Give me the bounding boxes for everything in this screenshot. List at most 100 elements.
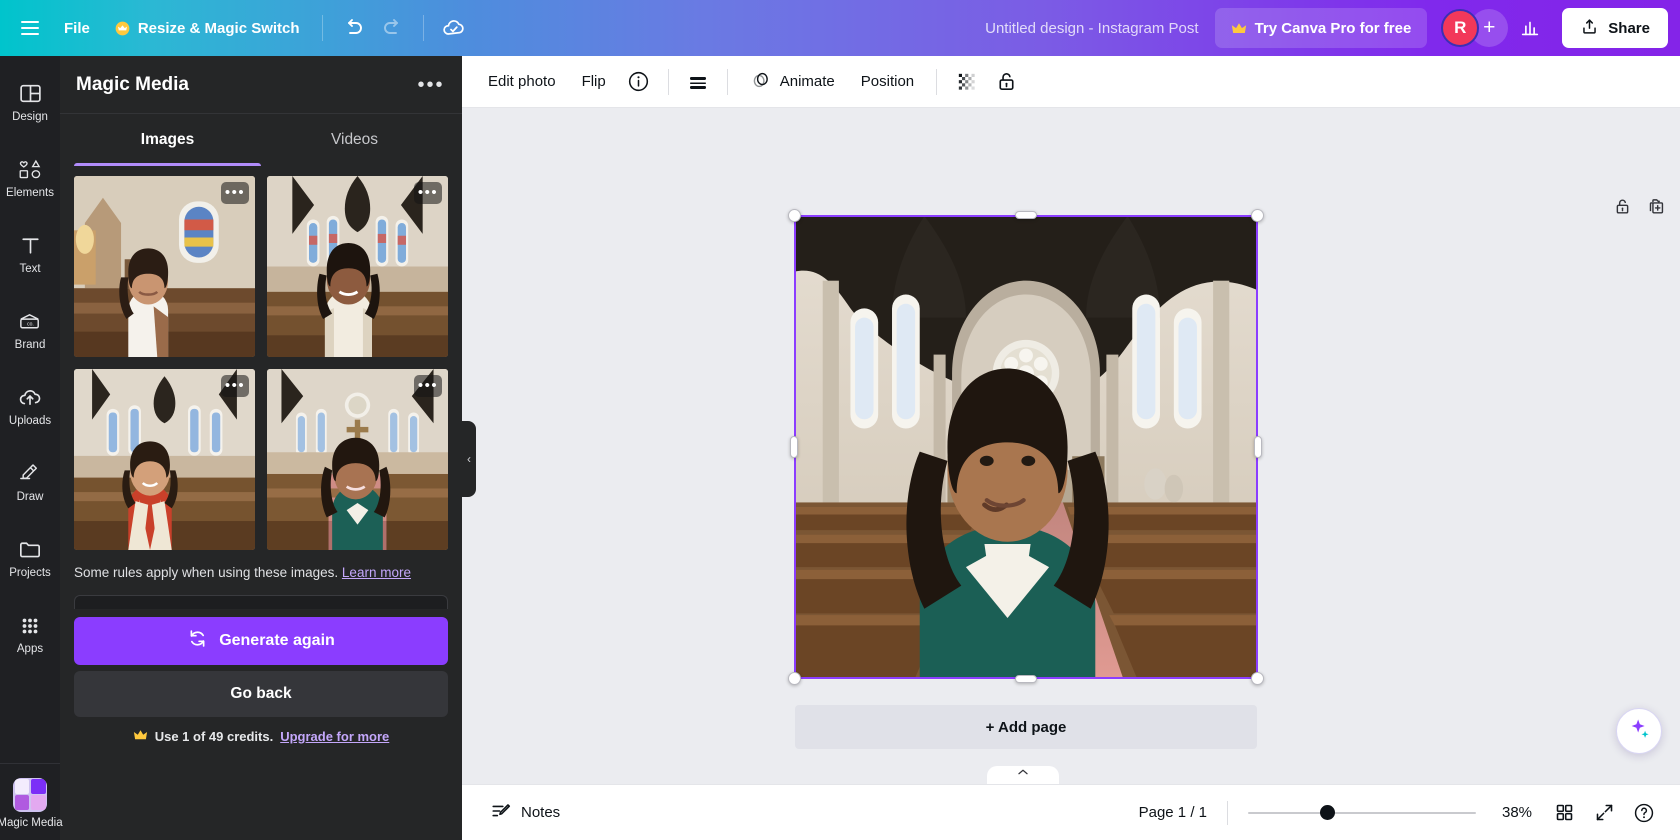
hamburger-icon[interactable] — [8, 6, 52, 50]
share-button[interactable]: Share — [1562, 8, 1668, 48]
ellipsis-icon[interactable]: ••• — [221, 182, 249, 204]
sidebar-item-label: Elements — [6, 187, 54, 199]
canva-editor: File Resize & Magic Switch Untitled desi… — [0, 0, 1680, 840]
animate-button[interactable]: Animate — [738, 64, 847, 100]
resize-handle-top-left[interactable] — [788, 209, 801, 222]
animate-circles-icon — [750, 69, 772, 95]
info-circle-icon[interactable] — [620, 64, 658, 100]
notes-button[interactable]: Notes — [478, 794, 572, 832]
go-back-button[interactable]: Go back — [74, 671, 448, 717]
top-bar-right: R + Share — [1441, 8, 1680, 48]
tab-videos[interactable]: Videos — [261, 114, 448, 166]
sidebar-item-text[interactable]: Text — [0, 216, 60, 292]
ai-assistant-button[interactable] — [1616, 708, 1662, 754]
resize-handle-bottom-left[interactable] — [788, 672, 801, 685]
lock-element-button[interactable] — [1607, 194, 1637, 224]
upload-cloud-icon — [17, 385, 43, 410]
resize-magic-switch-button[interactable]: Resize & Magic Switch — [102, 10, 312, 46]
editor-body: Design Elements Text co. Brand — [0, 56, 1680, 840]
sidebar-item-apps[interactable]: Apps — [0, 596, 60, 672]
undo-icon[interactable] — [333, 8, 373, 48]
resize-handle-left[interactable] — [790, 436, 798, 458]
notes-panel-toggle[interactable] — [987, 766, 1059, 784]
page-indicator[interactable]: Page 1 / 1 — [1125, 804, 1221, 821]
sidebar-item-label: Design — [12, 111, 48, 123]
try-canva-pro-button[interactable]: Try Canva Pro for free — [1215, 8, 1428, 48]
canvas-area[interactable]: + Add page — [462, 108, 1680, 784]
collaborators: R + — [1441, 9, 1508, 47]
resize-magic-switch-label: Resize & Magic Switch — [138, 20, 300, 37]
duplicate-icon — [1647, 197, 1666, 221]
expand-icon[interactable] — [1584, 794, 1624, 832]
panel-collapse-button[interactable]: ‹ — [462, 421, 476, 497]
redo-icon[interactable] — [373, 8, 413, 48]
file-menu-button[interactable]: File — [52, 10, 102, 46]
sidebar-item-brand[interactable]: co. Brand — [0, 292, 60, 368]
zoom-slider-knob[interactable] — [1320, 805, 1335, 820]
refresh-icon — [187, 628, 208, 654]
top-bar: File Resize & Magic Switch Untitled desi… — [0, 0, 1680, 56]
resize-handle-bottom[interactable] — [1015, 675, 1037, 683]
sidebar-item-label: Draw — [17, 491, 44, 503]
ellipsis-icon[interactable]: ••• — [414, 182, 442, 204]
sidebar-item-label: Magic Media — [0, 817, 63, 829]
zoom-slider[interactable] — [1248, 799, 1476, 827]
design-artwork — [795, 216, 1257, 678]
sidebar-item-label: Uploads — [9, 415, 51, 427]
unlock-icon[interactable] — [987, 64, 1025, 100]
generated-image-4[interactable]: ••• — [267, 369, 448, 550]
resize-handle-top[interactable] — [1015, 211, 1037, 219]
add-page-label: + Add page — [986, 719, 1067, 736]
cloud-saved-icon[interactable] — [434, 8, 474, 48]
alignment-lines-icon[interactable] — [679, 64, 717, 100]
add-to-page-button[interactable] — [1675, 194, 1680, 224]
add-page-button[interactable]: + Add page — [795, 705, 1257, 749]
resize-handle-right[interactable] — [1254, 436, 1262, 458]
grid-view-icon[interactable] — [1544, 794, 1584, 832]
ellipsis-icon[interactable]: ••• — [221, 375, 249, 397]
tab-images[interactable]: Images — [74, 114, 261, 166]
status-bar: Notes Page 1 / 1 38% — [462, 784, 1680, 840]
learn-more-link[interactable]: Learn more — [342, 565, 411, 580]
flip-button[interactable]: Flip — [570, 64, 618, 100]
resize-handle-bottom-right[interactable] — [1251, 672, 1264, 685]
sidebar-item-label: Apps — [17, 643, 43, 655]
sparkle-icon — [1626, 716, 1652, 747]
sidebar-item-projects[interactable]: Projects — [0, 520, 60, 596]
go-back-label: Go back — [230, 685, 291, 703]
usage-rules-text: Some rules apply when using these images… — [74, 565, 338, 580]
bar-chart-icon[interactable] — [1510, 8, 1550, 48]
prompt-input[interactable] — [74, 595, 448, 609]
zoom-level[interactable]: 38% — [1490, 804, 1544, 821]
sidebar-item-draw[interactable]: Draw — [0, 444, 60, 520]
help-circle-icon[interactable] — [1624, 794, 1664, 832]
sidebar-item-magic-media[interactable]: Magic Media — [0, 772, 60, 834]
resize-handle-top-right[interactable] — [1251, 209, 1264, 222]
generated-image-2[interactable]: ••• — [267, 176, 448, 357]
sidebar-item-uploads[interactable]: Uploads — [0, 368, 60, 444]
generated-image-3[interactable]: ••• — [74, 369, 255, 550]
upgrade-for-more-link[interactable]: Upgrade for more — [280, 729, 389, 744]
position-button[interactable]: Position — [849, 64, 926, 100]
sidebar-item-design[interactable]: Design — [0, 64, 60, 140]
sidebar-item-elements[interactable]: Elements — [0, 140, 60, 216]
avatar[interactable]: R — [1441, 9, 1479, 47]
checkerboard-transparency-icon[interactable] — [947, 64, 985, 100]
sidebar-item-label: Text — [19, 263, 40, 275]
share-upload-icon — [1580, 17, 1599, 40]
ellipsis-icon[interactable]: ••• — [414, 68, 448, 102]
generated-image-1[interactable]: ••• — [74, 176, 255, 357]
document-title[interactable]: Untitled design - Instagram Post — [969, 20, 1214, 37]
toolbar-divider — [322, 15, 323, 41]
sidebar-item-label: Projects — [9, 567, 51, 579]
generated-thumbnails: ••• — [60, 166, 462, 550]
toolbar-divider-3 — [936, 69, 937, 95]
duplicate-element-button[interactable] — [1641, 194, 1671, 224]
selected-element[interactable] — [795, 216, 1257, 678]
edit-photo-button[interactable]: Edit photo — [476, 64, 568, 100]
generate-again-label: Generate again — [219, 632, 335, 650]
layout-icon — [18, 81, 43, 106]
generate-again-button[interactable]: Generate again — [74, 617, 448, 665]
panel-header: Magic Media ••• — [60, 56, 462, 114]
ellipsis-icon[interactable]: ••• — [414, 375, 442, 397]
